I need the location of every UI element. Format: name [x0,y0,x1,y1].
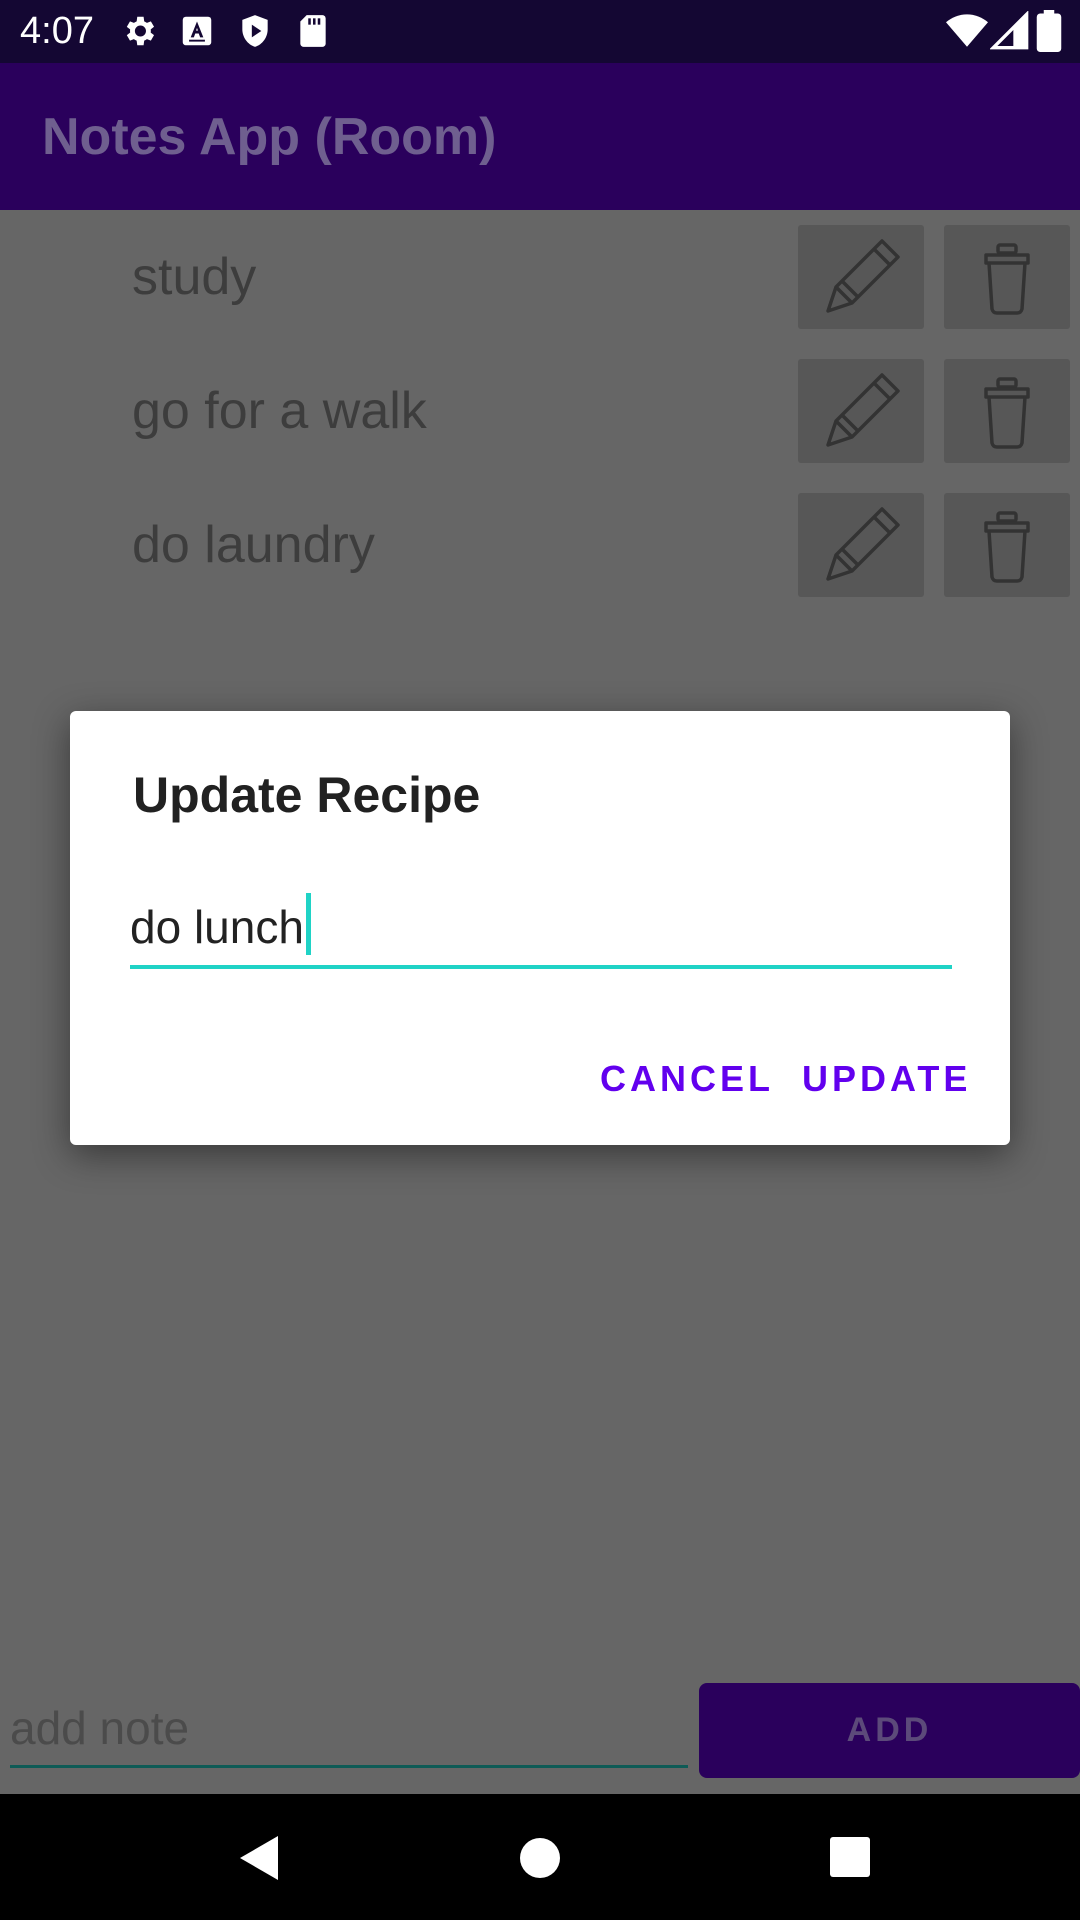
note-text: go for a walk [132,382,427,440]
add-button[interactable]: ADD [699,1683,1080,1778]
update-dialog: Update Recipe do lunch CANCEL UPDATE [70,711,1010,1145]
edit-note-button[interactable] [798,493,924,597]
sd-card-icon [300,15,326,47]
pencil-icon [826,239,900,313]
note-text: study [132,248,257,306]
trash-icon [984,243,1030,315]
status-time: 4:07 [20,10,94,52]
delete-note-button[interactable] [944,493,1070,597]
update-note-input[interactable]: do lunch [130,893,952,963]
trash-icon [984,511,1030,583]
dialog-title: Update Recipe [133,767,481,823]
list-item: study [0,225,1080,329]
note-text: do laundry [132,516,375,574]
pencil-icon [826,507,900,581]
list-item: go for a walk [0,359,1080,463]
edit-note-button[interactable] [798,359,924,463]
wifi-icon [946,14,988,47]
settings-icon [126,16,155,46]
navigation-bar [0,1794,1080,1920]
delete-note-button[interactable] [944,225,1070,329]
keyboard-a-icon [182,16,212,46]
update-button[interactable]: UPDATE [802,1049,971,1109]
text-caret [305,893,311,955]
signal-icon [990,11,1029,50]
pencil-icon [826,373,900,447]
shield-play-icon [242,15,268,47]
update-input-underline [130,965,952,969]
trash-icon [984,377,1030,449]
home-icon[interactable] [518,1836,562,1880]
cancel-button[interactable]: CANCEL [600,1049,774,1109]
edit-note-button[interactable] [798,225,924,329]
back-icon[interactable] [236,1834,280,1882]
update-note-value: do lunch [130,901,304,953]
recents-icon[interactable] [829,1836,871,1878]
add-note-input[interactable]: add note [10,1700,690,1770]
app-bar: Notes App (Room) [0,63,1080,210]
list-item: do laundry [0,493,1080,597]
battery-icon [1036,10,1062,52]
app-title: Notes App (Room) [42,108,497,166]
status-bar: 4:07 [0,0,1080,63]
add-note-underline [10,1765,688,1768]
delete-note-button[interactable] [944,359,1070,463]
